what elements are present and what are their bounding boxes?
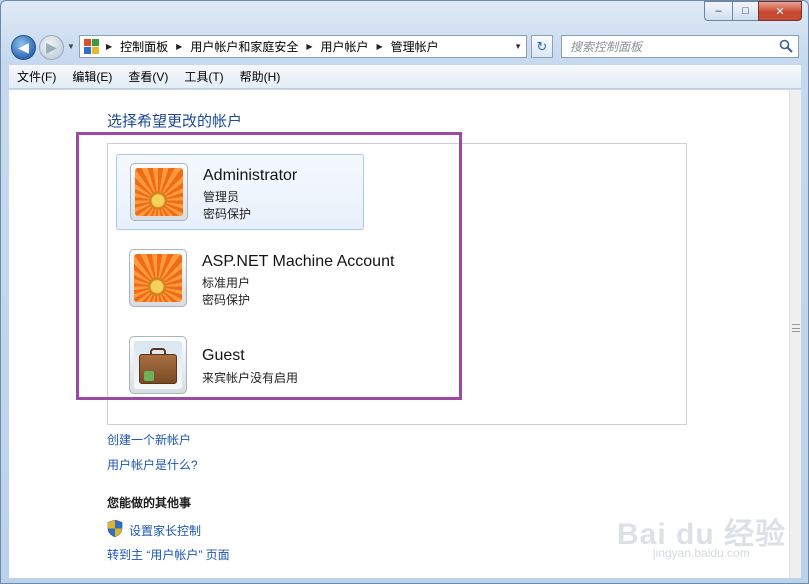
forward-button[interactable]: ▶ [39, 35, 64, 60]
menu-bar: 文件(F) 编辑(E) 查看(V) 工具(T) 帮助(H) [9, 65, 801, 89]
parental-controls-link[interactable]: 设置家长控制 [129, 522, 201, 539]
create-account-link[interactable]: 创建一个新帐户 [107, 431, 191, 448]
search-icon[interactable] [779, 39, 793, 53]
breadcrumb-manage-accounts[interactable]: 管理帐户 [391, 38, 439, 55]
minimize-button[interactable]: – [704, 1, 732, 21]
refresh-button[interactable]: ↻ [531, 35, 553, 58]
menu-tools[interactable]: 工具(T) [176, 68, 231, 85]
recent-pages-dropdown-icon[interactable]: ▼ [67, 42, 75, 51]
caption-buttons: – □ ✕ [704, 1, 802, 21]
content-pane: 选择希望更改的帐户 Administrator 管理员 密码保护 ASP.NET… [9, 90, 789, 578]
watermark-url: jingyan.baidu.com [653, 546, 750, 560]
breadcrumb-separator-icon[interactable]: ▶ [306, 42, 312, 51]
scroll-grip-icon [792, 324, 800, 338]
back-button[interactable]: ◀ [11, 35, 36, 60]
search-input[interactable]: 搜索控制面板 [561, 35, 799, 58]
breadcrumb-user-accounts-family-safety[interactable]: 用户帐户和家庭安全 [190, 38, 298, 55]
menu-edit[interactable]: 编辑(E) [64, 68, 120, 85]
maximize-button[interactable]: □ [732, 1, 758, 21]
what-is-account-link[interactable]: 用户帐户是什么? [107, 456, 198, 473]
breadcrumb-control-panel[interactable]: 控制面板 [120, 38, 168, 55]
annotation-highlight-box [76, 132, 462, 400]
address-bar[interactable]: ▶ 控制面板 ▶ 用户帐户和家庭安全 ▶ 用户帐户 ▶ 管理帐户 ▼ [79, 35, 527, 58]
title-bar[interactable]: – □ ✕ [1, 1, 808, 31]
breadcrumb-separator-icon[interactable]: ▶ [176, 42, 182, 51]
breadcrumb-separator-icon: ▶ [106, 42, 113, 51]
goto-user-accounts-link[interactable]: 转到主 “用户帐户” 页面 [107, 546, 230, 563]
close-button[interactable]: ✕ [758, 1, 802, 21]
page-title: 选择希望更改的帐户 [107, 113, 243, 130]
breadcrumb-separator-icon[interactable]: ▶ [377, 42, 383, 51]
menu-help[interactable]: 帮助(H) [232, 68, 289, 85]
navigation-bar: ◀ ▶ ▼ ▶ 控制面板 ▶ 用户帐户和家庭安全 ▶ 用户帐户 ▶ 管理帐户 ▼… [1, 31, 808, 63]
control-panel-icon [84, 38, 100, 55]
other-tasks-heading: 您能做的其他事 [107, 496, 192, 510]
menu-file[interactable]: 文件(F) [9, 68, 64, 85]
menu-view[interactable]: 查看(V) [120, 68, 176, 85]
breadcrumb-user-accounts[interactable]: 用户帐户 [321, 38, 369, 55]
uac-shield-icon [107, 520, 123, 537]
address-dropdown-icon[interactable]: ▼ [514, 42, 522, 51]
search-placeholder: 搜索控制面板 [570, 40, 643, 54]
vertical-scrollbar[interactable] [789, 90, 801, 578]
control-panel-window: – □ ✕ ◀ ▶ ▼ ▶ 控制面板 ▶ 用户帐户和家庭安全 ▶ 用户帐户 ▶ … [0, 0, 809, 584]
